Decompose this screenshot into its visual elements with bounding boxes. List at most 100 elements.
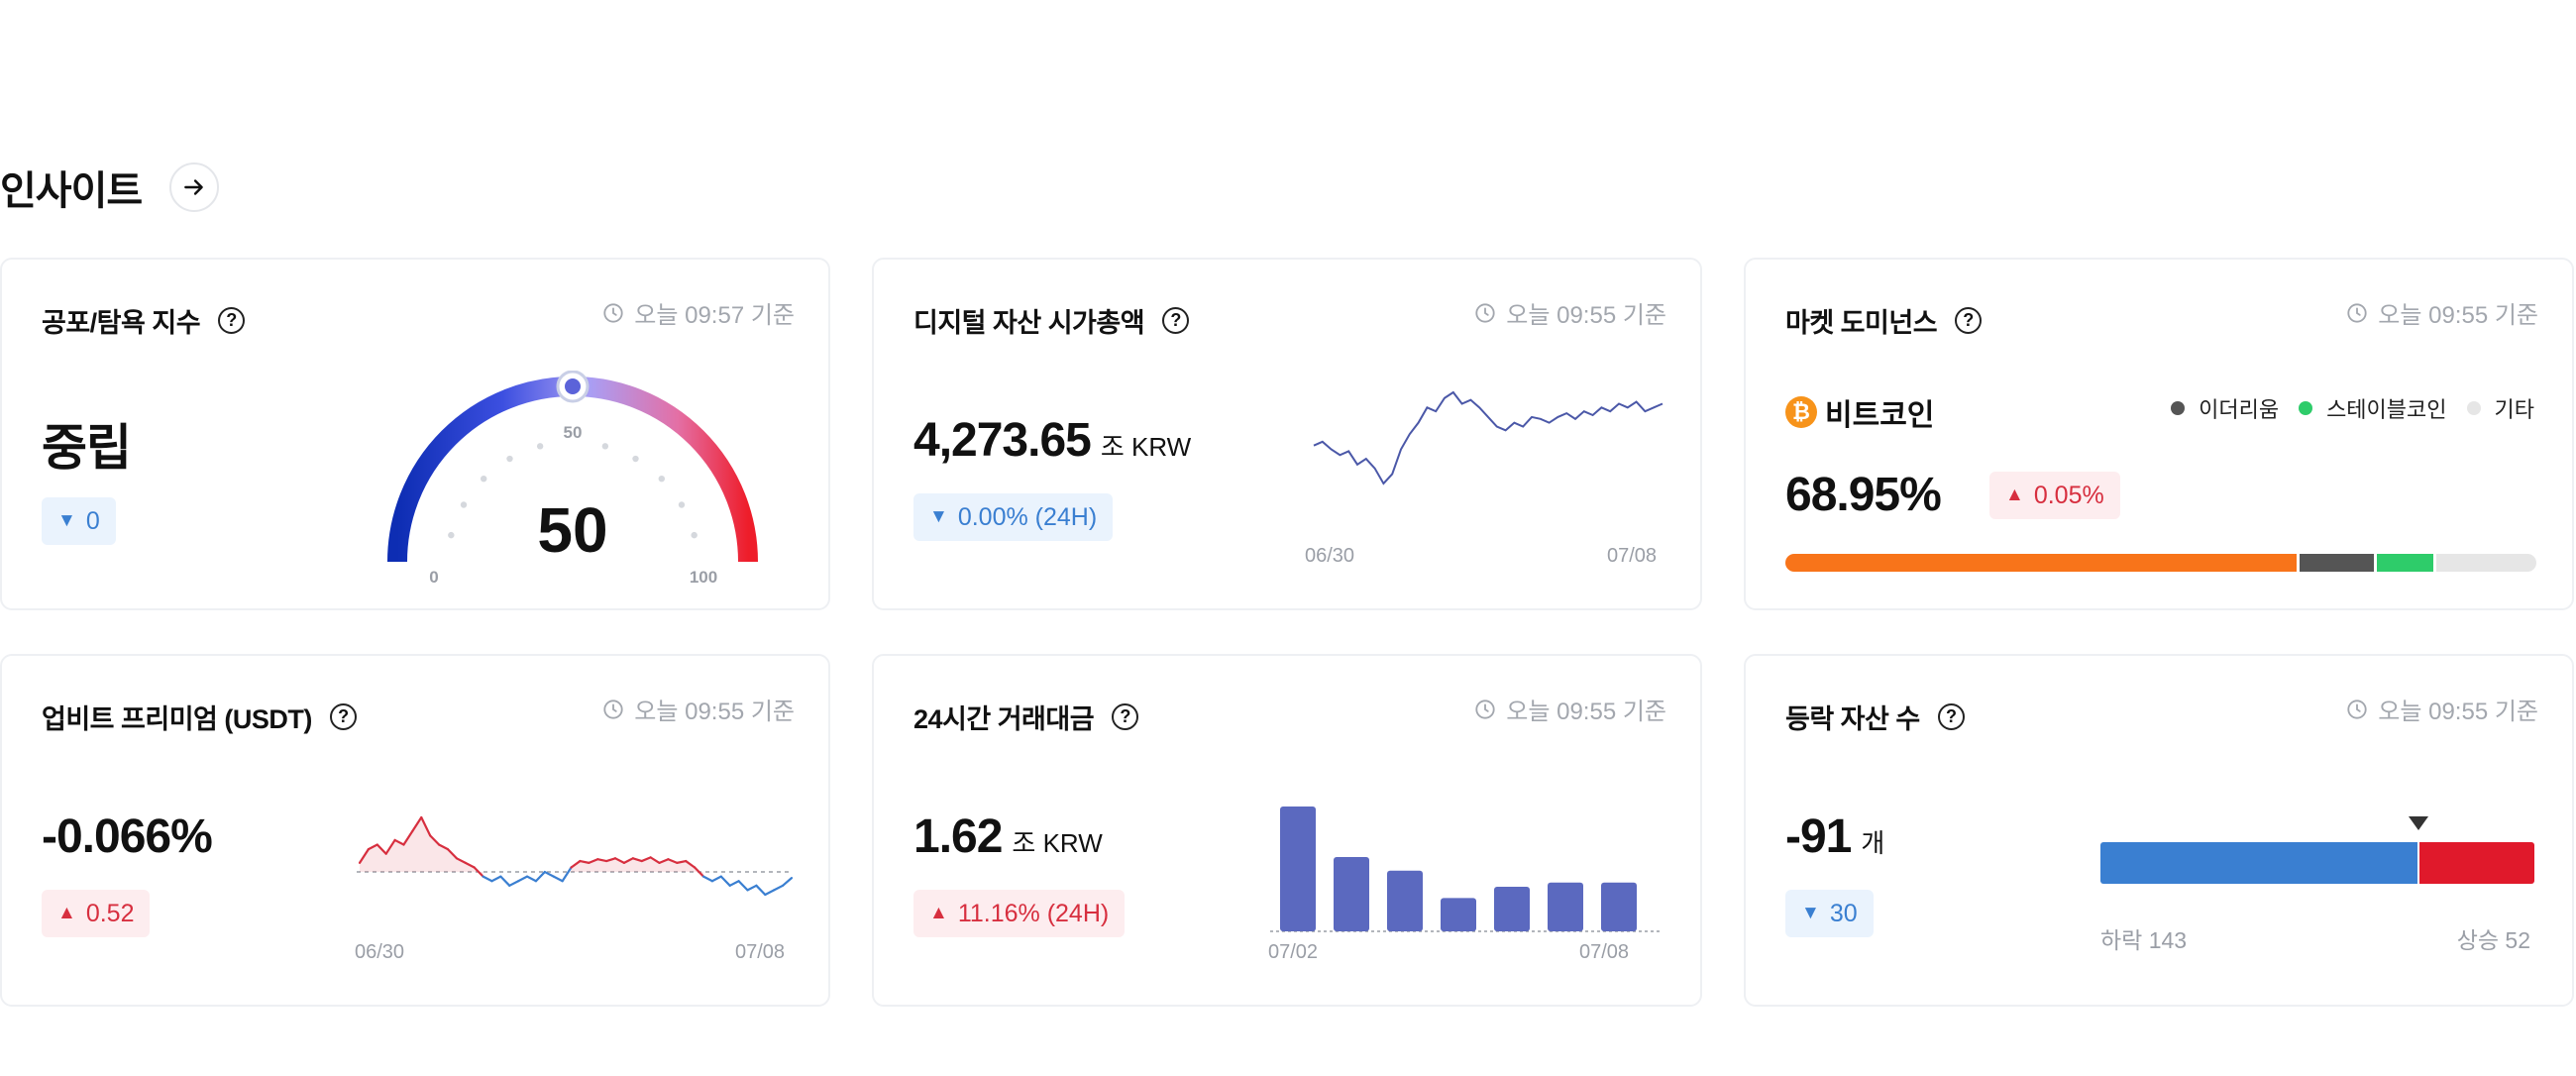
down-triangle-icon: ▼ [1801,903,1820,923]
premium-segment-negative [508,880,520,887]
volume-x-end: 07/08 [1579,941,1630,963]
updown-time: 오늘 09:55 기준 [2346,692,2538,726]
fear-greed-status: 중립 [42,420,132,476]
gauge-tick [460,501,468,508]
dominance-segment-eth [2300,554,2375,572]
up-triangle-icon: ▲ [2005,484,2024,505]
volume-bar [1494,887,1530,931]
fear-greed-title: 공포/탐욕 지수 [42,308,201,338]
gauge-tick [536,443,544,450]
dominance-segment-other [2435,554,2536,572]
gauge-tick [506,455,513,463]
market-cap-change: ▼ 0.00% (24H) [913,493,1114,541]
updown-down-label: 하락 143 [2100,927,2188,953]
dominance-header: 마켓 도미넌스 ? [1785,301,1983,340]
section-title: 인사이트 [0,169,143,213]
premium-segment-negative [764,889,776,897]
premium-change: ▲ 0.52 [42,890,151,937]
premium-value: -0.066% [42,810,213,863]
premium-segment-negative [552,875,564,883]
gauge-max-label: 100 [690,568,717,587]
premium-segment-negative [755,884,767,897]
premium-segment-negative [746,884,758,892]
legend-label-eth: 이더리움 [2199,397,2280,422]
help-icon[interactable]: ? [1162,307,1190,334]
legend-dot-eth [2171,401,2186,415]
premium-segment-negative [737,880,749,892]
gauge-tick [658,475,666,483]
volume-title: 24시간 거래대금 [913,704,1095,734]
up-triangle-icon: ▲ [57,903,76,923]
volume-change: ▲ 11.16% (24H) [913,890,1126,937]
down-triangle-icon: ▼ [57,510,76,531]
volume-bar [1387,870,1423,931]
help-icon[interactable]: ? [1112,703,1139,730]
dominance-coin-name: 비트코인 [1825,399,1935,432]
volume-time-text: 오늘 09:55 기준 [1506,699,1666,725]
premium-x-start: 06/30 [355,941,405,963]
premium-title: 업비트 프리미엄 (USDT) [42,704,312,734]
dominance-segment-stable [2377,554,2433,572]
fear-greed-card[interactable]: 공포/탐욕 지수 ? 오늘 09:57 기준 중립 ▼ 0 0 50 100 5… [0,258,830,610]
premium-segment-negative [525,875,538,883]
dominance-segment-btc [1785,554,2298,572]
help-icon[interactable]: ? [1937,703,1965,730]
help-icon[interactable]: ? [218,307,246,334]
volume-bar [1601,882,1637,931]
gauge-tick [632,455,639,463]
section-header: 인사이트 [0,159,220,216]
up-triangle-icon: ▲ [929,903,948,923]
legend-dot-other [2466,401,2481,415]
premium-segment-negative [710,875,722,883]
dominance-legend: 이더리움 스테이블코인 기타 [2171,392,2534,424]
market-cap-x-end: 07/08 [1607,545,1658,567]
market-cap-value: 4,273.65 [913,414,1092,467]
premium-card[interactable]: 업비트 프리미엄 (USDT) ? 오늘 09:55 기준 -0.066% ▲ … [0,654,830,1007]
premium-line-chart [357,815,793,897]
market-cap-header: 디지털 자산 시가총액 ? [913,301,1190,340]
updown-value: -91 [1785,810,1852,863]
section-more-button[interactable] [169,162,220,212]
fear-greed-change: ▼ 0 [42,497,116,545]
clock-icon [1475,699,1495,719]
premium-segment-negative [701,875,714,883]
premium-segment-negative [534,870,546,883]
arrow-right-icon [184,179,203,195]
premium-time: 오늘 09:55 기준 [602,692,795,726]
dominance-title: 마켓 도미넌스 [1785,308,1938,338]
premium-segment-negative [719,875,731,887]
volume-change-text: 11.16% (24H) [957,899,1110,927]
help-icon[interactable]: ? [1955,307,1983,334]
market-cap-unit: 조 KRW [1100,432,1192,462]
market-cap-card[interactable]: 디지털 자산 시가총액 ? 오늘 09:55 기준 4,273.65 조 KRW … [872,258,1702,610]
clock-icon [2347,302,2367,323]
updown-header: 등락 자산 수 ? [1785,698,1965,736]
volume-unit: 조 KRW [1012,828,1103,858]
dominance-card[interactable]: 마켓 도미넌스 ? 오늘 09:55 기준 ₿ 비트코인 이더리움 스테이블코인… [1744,258,2574,610]
clock-icon [603,302,623,323]
legend-label-stable: 스테이블코인 [2326,397,2447,422]
volume-card[interactable]: 24시간 거래대금 ? 오늘 09:55 기준 1.62 조 KRW ▲ 11.1… [872,654,1702,1007]
volume-value-row: 1.62 조 KRW [913,809,1103,864]
updown-up-label: 상승 52 [2456,927,2530,953]
updown-marker [2409,816,2429,830]
dominance-change: ▲ 0.05% [1989,472,2120,519]
legend-dot-stable [2299,401,2313,415]
gauge-min-label: 0 [429,568,438,587]
help-icon[interactable]: ? [329,703,357,730]
premium-segment-negative [499,875,511,887]
updown-segment-up [2418,842,2534,884]
volume-x-start: 07/02 [1268,941,1319,963]
updown-card[interactable]: 등락 자산 수 ? 오늘 09:55 기준 -91 개 ▼ 30 하락 143 상… [1744,654,2574,1007]
volume-bar [1548,882,1583,931]
dominance-change-text: 0.05% [2033,481,2104,509]
fear-greed-time-text: 오늘 09:57 기준 [634,302,795,329]
volume-header: 24시간 거래대금 ? [913,698,1139,736]
market-cap-line-chart [1313,390,1664,485]
dominance-time: 오늘 09:55 기준 [2346,295,2538,330]
dominance-value: 68.95% [1785,469,1942,521]
legend-label-other: 기타 [2494,397,2534,422]
market-cap-series-line [1313,390,1664,485]
fear-greed-time: 오늘 09:57 기준 [602,295,795,330]
gauge-tick [480,475,487,483]
